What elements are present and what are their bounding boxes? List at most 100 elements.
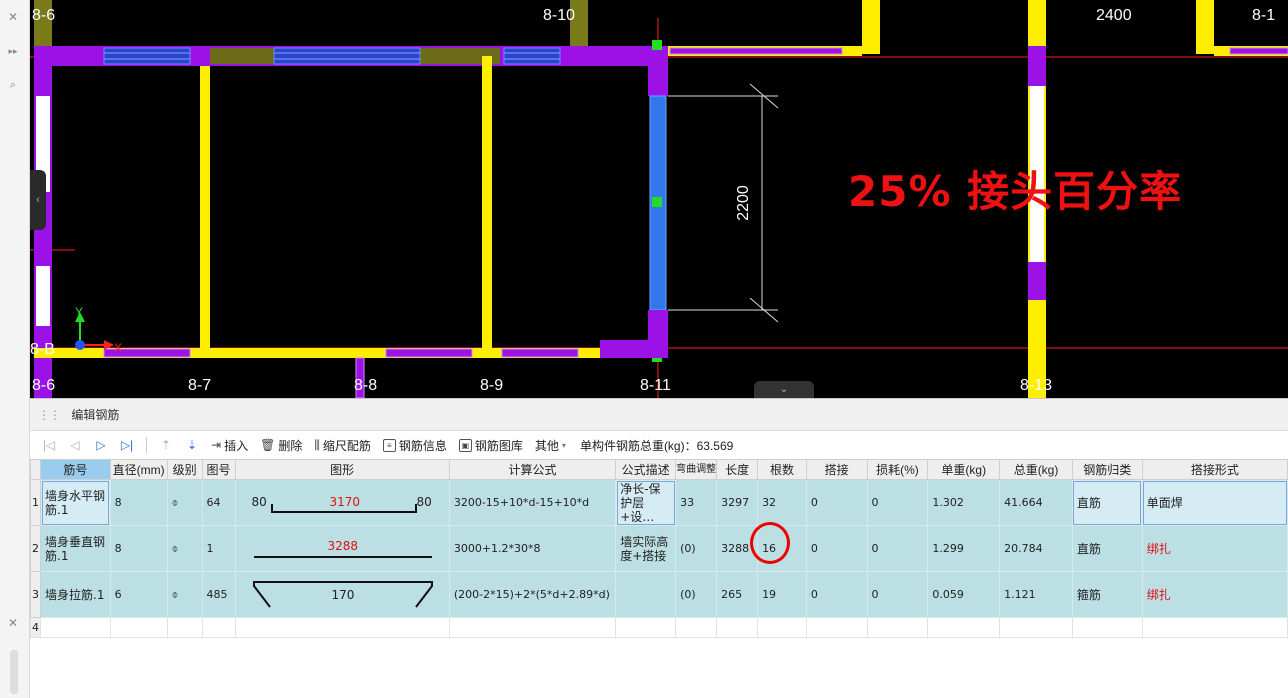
close-icon[interactable]: ✕ (0, 6, 26, 28)
col-header[interactable]: 根数 (757, 459, 807, 480)
col-header[interactable]: 长度 (716, 459, 759, 480)
lap-type[interactable]: 单面焊 (1141, 479, 1288, 526)
loss[interactable]: 0 (866, 571, 929, 618)
col-header[interactable]: 损耗(%) (866, 459, 929, 480)
toolbar: |◁ ◁ ▷ ▷| ⇡ ⇣ ⇥ 插入 🗑 删除 ⫼ 缩尺配筋 ≡ 钢筋信息 ▣ … (30, 431, 1288, 459)
formula-desc[interactable] (615, 571, 677, 618)
figure-no[interactable]: 64 (201, 479, 236, 526)
left-scrollbar[interactable] (10, 650, 18, 694)
grip-point[interactable] (652, 197, 662, 207)
col-header[interactable]: 图形 (234, 459, 450, 480)
loss[interactable]: 0 (866, 525, 929, 572)
last-icon[interactable]: ▷| (116, 438, 138, 452)
category[interactable]: 直筋 (1071, 479, 1143, 526)
diameter[interactable]: 8 (109, 479, 168, 526)
category[interactable]: 箍筋 (1071, 571, 1143, 618)
move-down-icon[interactable]: ⇣ (181, 438, 203, 452)
shape-cell[interactable]: 3288 (234, 525, 450, 572)
row-number[interactable]: 1 (30, 479, 41, 526)
formula[interactable]: (200-2*15)+2*(5*d+2.89*d) (448, 571, 617, 618)
diameter[interactable]: 6 (109, 571, 168, 618)
unit-weight[interactable]: 1.299 (927, 525, 1001, 572)
diameter[interactable]: 8 (109, 525, 168, 572)
category[interactable]: 直筋 (1071, 525, 1143, 572)
table-row[interactable]: 3 墙身拉筋.1 6 ⌽ 485 170 (200-2*15)+2*(5*d+2… (30, 571, 1288, 618)
col-header[interactable]: 计算公式 (448, 459, 617, 480)
unit-weight[interactable]: 0.059 (927, 571, 1001, 618)
col-header[interactable]: 搭接 (805, 459, 868, 480)
col-header[interactable]: 级别 (166, 459, 203, 480)
lap[interactable]: 0 (805, 571, 868, 618)
window-blue (103, 47, 191, 65)
lap-type[interactable]: 绑扎 (1141, 571, 1288, 618)
collapse-left-icon[interactable]: ‹ (30, 170, 46, 230)
col-header[interactable]: 搭接形式 (1141, 459, 1288, 480)
wall-segment (1028, 46, 1046, 86)
col-header[interactable]: 筋号 (40, 459, 111, 480)
grade-symbol[interactable]: ⌽ (166, 525, 203, 572)
unit-weight[interactable]: 1.302 (927, 479, 1001, 526)
cad-viewport[interactable]: 2200 8-6 8-10 2400 8-1 8-6 8-7 8-8 8-9 8… (30, 0, 1288, 398)
drag-grip-icon[interactable]: ⋮⋮ (38, 408, 61, 422)
total-weight-cell[interactable]: 20.784 (999, 525, 1073, 572)
expand-icon[interactable]: ▸▸ (0, 40, 26, 62)
col-header[interactable]: 弯曲调整 (675, 459, 718, 480)
next-icon[interactable]: ▷ (90, 438, 112, 452)
rebar-library-button[interactable]: ▣ 钢筋图库 (455, 437, 527, 454)
count[interactable]: 19 (757, 571, 807, 618)
col-header[interactable]: 直径(mm) (109, 459, 168, 480)
figure-no[interactable]: 1 (201, 525, 236, 572)
prev-icon[interactable]: ◁ (64, 438, 86, 452)
window-blue (273, 47, 421, 65)
first-icon[interactable]: |◁ (38, 438, 60, 452)
formula-desc[interactable]: 净长-保护层+设… (615, 479, 677, 526)
figure-no[interactable]: 485 (201, 571, 236, 618)
lap[interactable]: 0 (805, 479, 868, 526)
row-number[interactable]: 4 (30, 617, 41, 638)
delete-button[interactable]: 🗑 删除 (256, 437, 306, 454)
col-header[interactable]: 单重(kg) (927, 459, 1001, 480)
rebar-name[interactable]: 墙身垂直钢筋.1 (40, 525, 111, 572)
collapse-down-icon[interactable]: ⌄ (754, 381, 814, 398)
bend-adjust[interactable]: 33 (675, 479, 718, 526)
rebar-name[interactable]: 墙身拉筋.1 (40, 571, 111, 618)
row-number[interactable]: 3 (30, 571, 41, 618)
col-header[interactable]: 总重(kg) (999, 459, 1073, 480)
formula[interactable]: 3200-15+10*d-15+10*d (448, 479, 617, 526)
formula-desc[interactable]: 墙实际高度+搭接 (615, 525, 677, 572)
length[interactable]: 265 (716, 571, 759, 618)
grade-symbol[interactable]: ⌽ (166, 571, 203, 618)
grade-symbol[interactable]: ⌽ (166, 479, 203, 526)
col-header[interactable]: 钢筋归类 (1071, 459, 1143, 480)
table-row[interactable]: 2 墙身垂直钢筋.1 8 ⌽ 1 3288 3000+1.2*30*8 墙实际高… (30, 525, 1288, 572)
rebar-info-button[interactable]: ≡ 钢筋信息 (379, 437, 451, 454)
loss[interactable]: 0 (866, 479, 929, 526)
other-dropdown[interactable]: 其他 ▾ (531, 437, 570, 454)
total-weight-cell[interactable]: 1.121 (999, 571, 1073, 618)
insert-button[interactable]: ⇥ 插入 (207, 437, 252, 454)
shape-cell[interactable]: 80 3170 80 (234, 479, 450, 526)
count[interactable]: 32 (757, 479, 807, 526)
length[interactable]: 3297 (716, 479, 759, 526)
move-up-icon[interactable]: ⇡ (155, 438, 177, 452)
grip-point[interactable] (652, 40, 662, 50)
rebar-name[interactable]: 墙身水平钢筋.1 (40, 479, 111, 526)
shape-cell[interactable]: 170 (234, 571, 450, 618)
bend-adjust[interactable]: (0) (675, 525, 718, 572)
lap[interactable]: 0 (805, 525, 868, 572)
formula[interactable]: 3000+1.2*30*8 (448, 525, 617, 572)
total-weight-cell[interactable]: 41.664 (999, 479, 1073, 526)
lap-type[interactable]: 绑扎 (1141, 525, 1288, 572)
col-header[interactable]: 图号 (201, 459, 236, 480)
axis-label-top: 8-10 (543, 7, 575, 24)
axis-label-bottom: 8-6 (32, 377, 55, 394)
row-number[interactable]: 2 (30, 525, 41, 572)
ucs-y-label: Y (75, 305, 83, 319)
scale-rebar-button[interactable]: ⫼ 缩尺配筋 (310, 437, 375, 454)
table-row-empty[interactable]: 4 (30, 617, 1288, 638)
search-icon[interactable]: ⌕ (0, 74, 26, 96)
close-icon-bottom[interactable]: ✕ (0, 612, 26, 634)
table-row[interactable]: 1 墙身水平钢筋.1 8 ⌽ 64 80 3170 80 3200-15+10*… (30, 479, 1288, 526)
col-header[interactable]: 公式描述 (615, 459, 677, 480)
bend-adjust[interactable]: (0) (675, 571, 718, 618)
